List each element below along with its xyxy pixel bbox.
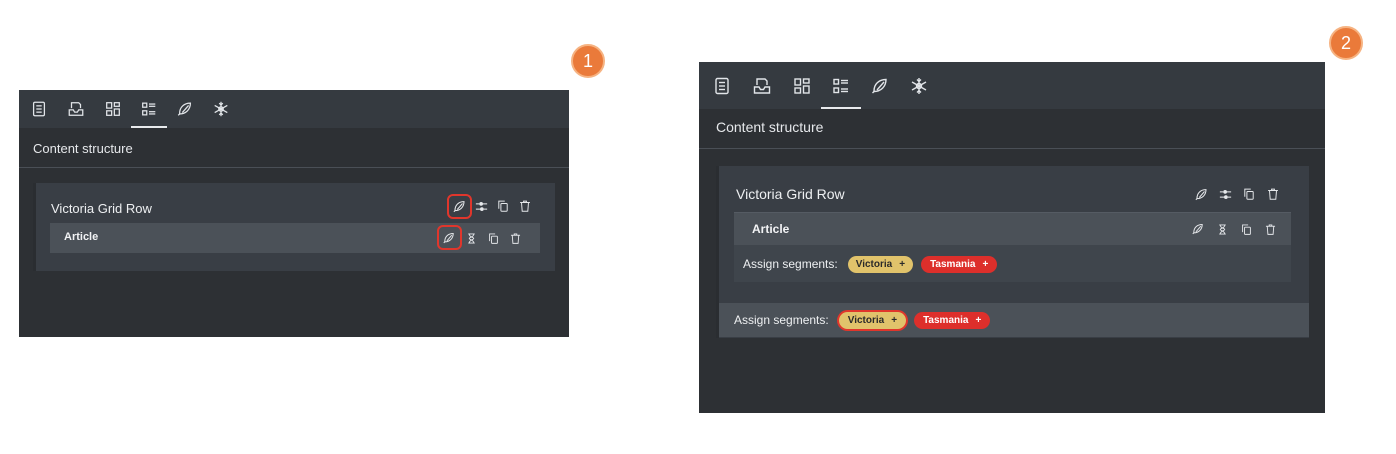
content-structure-tab[interactable] xyxy=(819,62,863,109)
article-title: Article xyxy=(64,231,99,243)
grid-row-segments-bar: Assign segments: Victoria + Tasmania + xyxy=(719,303,1309,337)
segment-pill-label: Tasmania xyxy=(923,314,969,326)
section-title: Content structure xyxy=(716,119,824,135)
divider xyxy=(699,148,1325,149)
segment-icon xyxy=(870,76,890,96)
page-tab[interactable] xyxy=(23,90,55,128)
assign-segments-label: Assign segments: xyxy=(734,313,829,327)
segment-pill-tasmania[interactable]: Tasmania + xyxy=(921,255,998,273)
segments-tab[interactable] xyxy=(169,90,201,128)
assign-segment-button[interactable] xyxy=(447,194,472,219)
segment-icon xyxy=(176,100,194,118)
list-icon xyxy=(831,76,851,96)
settings-sliders-icon xyxy=(474,199,489,214)
content-structure-tab[interactable] xyxy=(129,90,169,128)
grid-row-tools xyxy=(447,194,536,219)
assign-segment-button[interactable] xyxy=(1186,217,1210,241)
delete-button[interactable] xyxy=(1261,182,1285,206)
trash-icon xyxy=(509,232,522,245)
grid-row-box[interactable]: Victoria Grid Row Article xyxy=(33,183,555,271)
template-tab[interactable] xyxy=(55,90,97,128)
copy-icon xyxy=(1240,223,1253,236)
page-icon xyxy=(30,100,48,118)
copy-button[interactable] xyxy=(482,227,504,249)
copy-button[interactable] xyxy=(1234,217,1258,241)
page-tab[interactable] xyxy=(705,62,739,109)
template-tab[interactable] xyxy=(739,62,785,109)
trash-icon xyxy=(1264,223,1277,236)
panel-tab-bar xyxy=(699,62,1325,109)
trash-icon xyxy=(518,199,532,213)
snowflake-icon xyxy=(909,76,929,96)
page-icon xyxy=(712,76,732,96)
segment-pill-victoria[interactable]: Victoria + xyxy=(838,311,907,329)
add-icon: + xyxy=(975,314,982,326)
grid-row-box[interactable]: Victoria Grid Row Article Assign segment… xyxy=(716,166,1309,338)
highlight-ring xyxy=(437,225,462,250)
segment-pill-tasmania[interactable]: Tasmania + xyxy=(914,311,991,329)
article-tools xyxy=(1186,217,1282,241)
panel-tab-bar xyxy=(19,90,569,128)
section-title: Content structure xyxy=(33,141,133,156)
grid-row-tools xyxy=(1189,182,1285,206)
settings-tab[interactable] xyxy=(897,62,941,109)
inbox-icon xyxy=(67,100,85,118)
segment-pill-victoria[interactable]: Victoria + xyxy=(847,255,914,273)
segment-pill-label: Victoria xyxy=(855,258,893,270)
segment-icon xyxy=(1191,222,1205,236)
article-tools xyxy=(437,225,526,250)
trash-icon xyxy=(1266,187,1280,201)
step-badge-2: 2 xyxy=(1329,26,1363,60)
components-tab[interactable] xyxy=(785,62,819,109)
segment-icon xyxy=(1194,187,1209,202)
add-icon: + xyxy=(891,314,898,326)
settings-sliders-icon xyxy=(1218,187,1233,202)
components-tab[interactable] xyxy=(97,90,129,128)
article-card[interactable]: Article Assign segments: Victoria + Tasma… xyxy=(734,212,1291,282)
list-icon xyxy=(140,100,158,118)
variant-button[interactable] xyxy=(460,227,482,249)
content-structure-panel-2: Content structure Victoria Grid Row Arti… xyxy=(699,62,1325,413)
add-icon: + xyxy=(982,258,989,270)
step-badge-1: 1 xyxy=(571,44,605,78)
article-segments: Assign segments: Victoria + Tasmania + xyxy=(743,254,1005,274)
add-icon: + xyxy=(899,258,906,270)
copy-icon xyxy=(496,199,510,213)
settings-tab[interactable] xyxy=(201,90,241,128)
copy-button[interactable] xyxy=(492,195,514,217)
assign-segment-button[interactable] xyxy=(437,225,462,250)
grid-icon xyxy=(792,76,812,96)
segment-pill-label: Victoria xyxy=(847,314,885,326)
copy-icon xyxy=(487,232,500,245)
copy-icon xyxy=(1242,187,1256,201)
article-title: Article xyxy=(752,222,790,236)
settings-button[interactable] xyxy=(1213,182,1237,206)
hourglass-icon xyxy=(1216,223,1229,236)
grid-row-title: Victoria Grid Row xyxy=(51,201,152,216)
delete-button[interactable] xyxy=(1258,217,1282,241)
article-row[interactable]: Article xyxy=(50,223,540,253)
grid-icon xyxy=(104,100,122,118)
content-structure-panel-1: Content structure Victoria Grid Row Arti… xyxy=(19,90,569,337)
assign-segments-label: Assign segments: xyxy=(743,257,838,271)
snowflake-icon xyxy=(212,100,230,118)
highlight-ring xyxy=(447,194,472,219)
settings-button[interactable] xyxy=(470,195,492,217)
grid-row-segments: Assign segments: Victoria + Tasmania + xyxy=(734,310,998,330)
assign-segment-button[interactable] xyxy=(1189,182,1213,206)
grid-row-title: Victoria Grid Row xyxy=(736,186,845,202)
segments-tab[interactable] xyxy=(863,62,897,109)
segment-pill-label: Tasmania xyxy=(930,258,976,270)
copy-button[interactable] xyxy=(1237,182,1261,206)
divider xyxy=(19,167,569,168)
delete-button[interactable] xyxy=(514,195,536,217)
hourglass-icon xyxy=(465,232,478,245)
delete-button[interactable] xyxy=(504,227,526,249)
inbox-icon xyxy=(752,76,772,96)
variant-button[interactable] xyxy=(1210,217,1234,241)
